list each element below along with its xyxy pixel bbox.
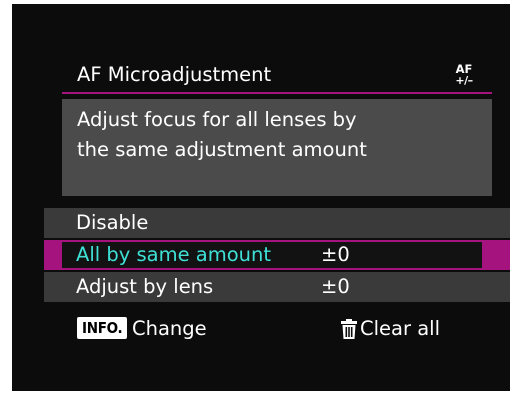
menu-item-value: ±0: [321, 275, 350, 298]
info-button-icon[interactable]: INFO.: [77, 317, 128, 339]
description-text: Adjust focus for all lenses by the same …: [77, 105, 487, 165]
menu-item-label: Adjust by lens: [76, 275, 214, 298]
camera-screen: AF Microadjustment AF +/– Adjust focus f…: [12, 4, 510, 391]
change-action-label: Change: [132, 317, 207, 340]
menu-item-disable[interactable]: Disable: [44, 208, 510, 238]
menu-item-value: ±0: [321, 243, 350, 266]
trash-icon[interactable]: [341, 319, 357, 339]
menu-item-label: Disable: [76, 211, 149, 234]
af-microadjust-icon: AF +/–: [450, 59, 478, 91]
footer-bar: INFO. Change Clear all: [62, 314, 510, 346]
description-panel: Adjust focus for all lenses by the same …: [62, 99, 492, 196]
option-menu: Disable All by same amount ±0 Adjust by …: [44, 208, 510, 304]
menu-item-adjust-by-lens[interactable]: Adjust by lens ±0: [44, 272, 510, 302]
description-line-1: Adjust focus for all lenses by: [77, 108, 357, 131]
clear-all-action-label: Clear all: [360, 317, 440, 340]
menu-item-all-by-same-amount[interactable]: All by same amount ±0: [44, 240, 510, 270]
menu-item-label: All by same amount: [76, 243, 272, 266]
af-icon-bottom: +/–: [455, 74, 473, 87]
page-title: AF Microadjustment: [77, 63, 272, 86]
menu-header: AF Microadjustment AF +/–: [62, 58, 492, 94]
description-line-2: the same adjustment amount: [77, 138, 367, 161]
